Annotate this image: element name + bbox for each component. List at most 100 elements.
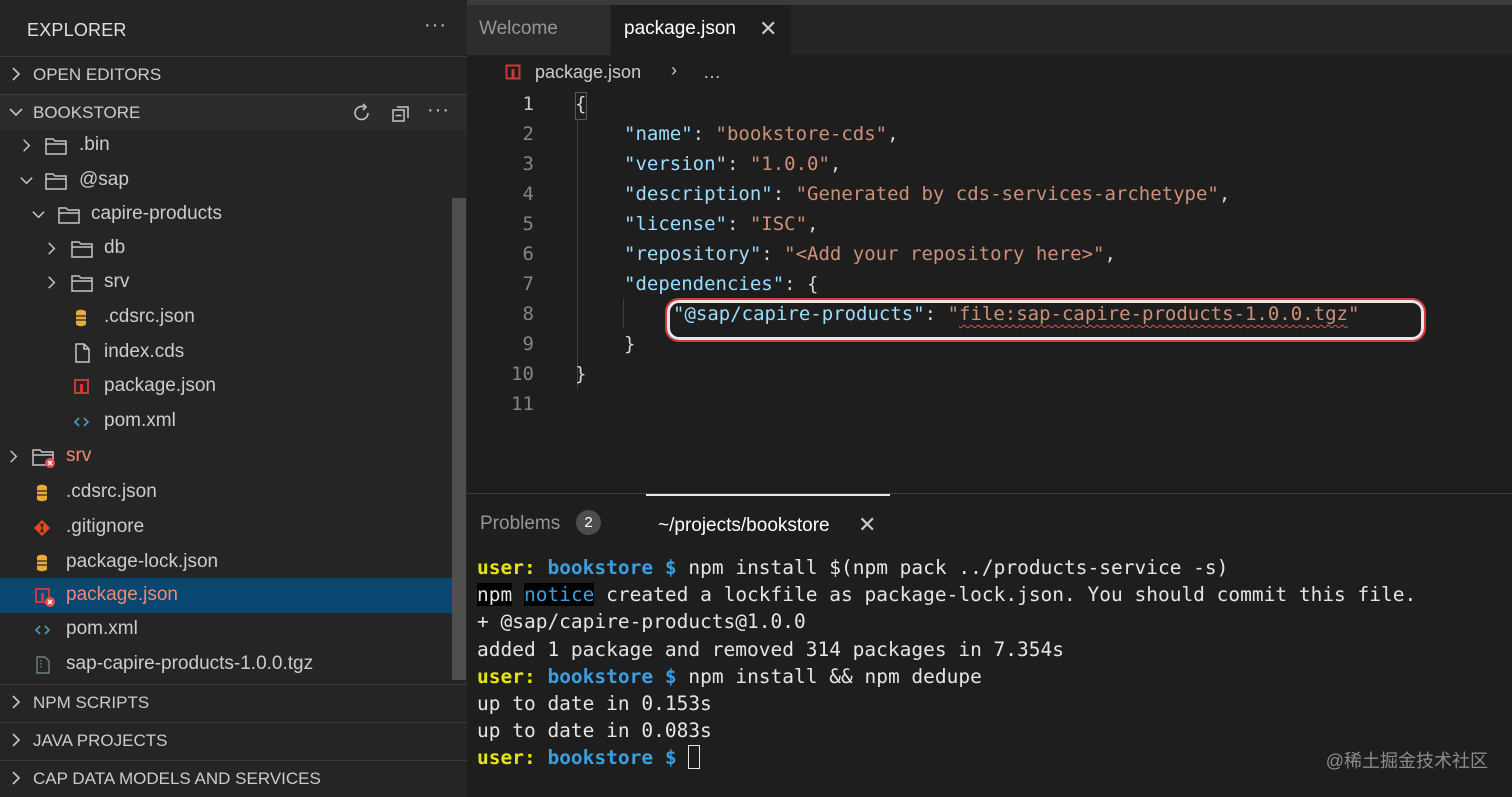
line-number: 8 xyxy=(522,303,534,325)
tree-item-label: .cdsrc.json xyxy=(104,306,195,327)
prompt-user: user: xyxy=(477,664,536,688)
explorer-header: EXPLORER ··· xyxy=(0,5,467,55)
tree-item-cdsrc-json[interactable]: .cdsrc.json xyxy=(0,300,452,335)
tree-item-srv[interactable]: srv xyxy=(0,265,452,300)
tree-item-package-json-root[interactable]: package.json xyxy=(0,578,452,613)
tree-item-capire-products[interactable]: capire-products xyxy=(0,197,452,232)
tree-item-cdsrc-json-root[interactable]: .cdsrc.json xyxy=(0,475,452,510)
chevron-right-icon xyxy=(10,450,18,463)
more-actions-icon[interactable]: ··· xyxy=(427,99,450,122)
terminal-line: npm notice created a lockfile as package… xyxy=(477,581,1507,608)
folder-open-icon xyxy=(45,173,67,190)
tree-item-pom-xml-nested[interactable]: pom.xml xyxy=(0,404,452,439)
json-string: "Generated by cds-services-archetype" xyxy=(795,183,1219,205)
chevron-right-icon xyxy=(12,695,21,709)
close-icon[interactable]: ✕ xyxy=(858,512,876,538)
prompt-dir: bookstore xyxy=(547,556,654,579)
code-editor[interactable]: 1 2 3 4 5 6 7 8 9 10 11 { "name": "books… xyxy=(467,89,1512,493)
tree-item-db[interactable]: db xyxy=(0,231,452,266)
tab-package-json[interactable]: package.json ✕ xyxy=(611,5,791,55)
tree-item-srv-root[interactable]: srv xyxy=(0,439,452,474)
breadcrumb-more[interactable]: … xyxy=(703,62,721,83)
npm-icon xyxy=(74,379,89,394)
tree-item-sap[interactable]: @sap xyxy=(0,163,452,198)
database-config-icon xyxy=(37,484,47,502)
tree-item-label: capire-products xyxy=(91,203,222,224)
tree-item-tgz[interactable]: sap-capire-products-1.0.0.tgz xyxy=(0,647,452,682)
section-cap-data-models[interactable]: CAP DATA MODELS AND SERVICES xyxy=(0,760,467,796)
code-line: "license": "ISC", xyxy=(624,209,819,239)
section-label: OPEN EDITORS xyxy=(33,65,162,84)
section-label: JAVA PROJECTS xyxy=(33,731,168,750)
json-string: "<Add your repository here>" xyxy=(784,243,1105,265)
tree-item-label: srv xyxy=(66,445,92,466)
terminal-line: user: bookstore $ npm install && npm ded… xyxy=(477,663,1507,690)
collapse-all-icon[interactable] xyxy=(390,103,412,125)
database-config-icon xyxy=(37,554,47,572)
file-icon xyxy=(75,343,90,363)
json-key: "version" xyxy=(624,153,727,175)
section-bookstore[interactable]: BOOKSTORE ··· xyxy=(0,94,467,130)
sidebar-scrollbar[interactable] xyxy=(452,198,466,680)
section-open-editors[interactable]: OPEN EDITORS xyxy=(0,56,467,92)
command-text: npm install $(npm pack ../products-servi… xyxy=(676,556,1229,579)
prompt-user: user: xyxy=(477,556,536,579)
breadcrumb-separator: › xyxy=(671,60,677,80)
notice-tag: notice xyxy=(523,583,595,607)
section-java-projects[interactable]: JAVA PROJECTS xyxy=(0,722,467,758)
json-comma: , xyxy=(887,123,899,145)
tree-item-label: .cdsrc.json xyxy=(66,481,157,502)
tab-terminal[interactable]: ~/projects/bookstore ✕ xyxy=(646,494,890,550)
brace: } xyxy=(624,333,636,355)
explorer-sidebar: EXPLORER ··· OPEN EDITORS BOOKSTORE ··· … xyxy=(0,0,467,797)
code-line: } xyxy=(575,359,586,389)
archive-icon xyxy=(36,656,50,674)
prompt-dollar: $ xyxy=(664,556,677,579)
json-colon: : xyxy=(726,213,750,235)
chevron-down-icon xyxy=(9,108,23,117)
prompt-dollar: $ xyxy=(664,664,677,688)
folder-icon xyxy=(71,241,93,258)
json-colon: : xyxy=(726,153,750,175)
json-key: "repository" xyxy=(624,243,762,265)
tree-item-label: package-lock.json xyxy=(66,551,219,572)
tree-item-bin[interactable]: .bin xyxy=(0,128,452,163)
tree-item-index-cds[interactable]: index.cds xyxy=(0,335,452,370)
tree-item-pom-xml-root[interactable]: pom.xml xyxy=(0,612,452,647)
terminal-line: user: bookstore $ npm install $(npm pack… xyxy=(477,554,1507,581)
code-line: "version": "1.0.0", xyxy=(624,149,841,179)
chevron-right-icon xyxy=(48,276,56,289)
code-line: "repository": "<Add your repository here… xyxy=(624,239,1116,269)
refresh-icon[interactable] xyxy=(351,102,373,124)
line-number: 11 xyxy=(511,393,534,415)
tree-item-label: sap-capire-products-1.0.0.tgz xyxy=(66,653,314,674)
code-line: "name": "bookstore-cds", xyxy=(624,119,899,149)
chevron-right-icon xyxy=(12,771,21,785)
json-comma: , xyxy=(1104,243,1116,265)
more-actions-icon[interactable]: ··· xyxy=(424,14,447,37)
xml-code-icon xyxy=(73,417,90,427)
folder-open-icon xyxy=(58,207,80,224)
prompt-dollar: $ xyxy=(664,746,677,770)
tree-item-gitignore[interactable]: .gitignore xyxy=(0,510,452,545)
chevron-right-icon xyxy=(12,733,21,747)
tab-problems[interactable]: Problems 2 xyxy=(467,494,642,550)
terminal-output[interactable]: user: bookstore $ npm install $(npm pack… xyxy=(477,554,1507,772)
json-string: "1.0.0" xyxy=(749,153,830,175)
tree-item-package-json-nested[interactable]: package.json xyxy=(0,369,452,404)
close-icon[interactable]: ✕ xyxy=(759,16,777,42)
json-colon: : xyxy=(761,243,785,265)
section-npm-scripts[interactable]: NPM SCRIPTS xyxy=(0,684,467,720)
chevron-right-icon xyxy=(23,139,31,152)
problems-count-badge: 2 xyxy=(576,510,601,535)
json-comma: , xyxy=(807,213,819,235)
line-number: 2 xyxy=(522,123,534,145)
indent-guide xyxy=(577,119,578,389)
prompt-user: user: xyxy=(477,746,536,770)
tab-welcome[interactable]: Welcome xyxy=(467,5,610,55)
tree-item-package-lock-json[interactable]: package-lock.json xyxy=(0,545,452,580)
annotation-highlight-ring xyxy=(665,298,1426,342)
command-text: npm install && npm dedupe xyxy=(676,664,982,688)
git-icon xyxy=(34,520,50,536)
breadcrumb-file[interactable]: package.json xyxy=(535,62,641,83)
